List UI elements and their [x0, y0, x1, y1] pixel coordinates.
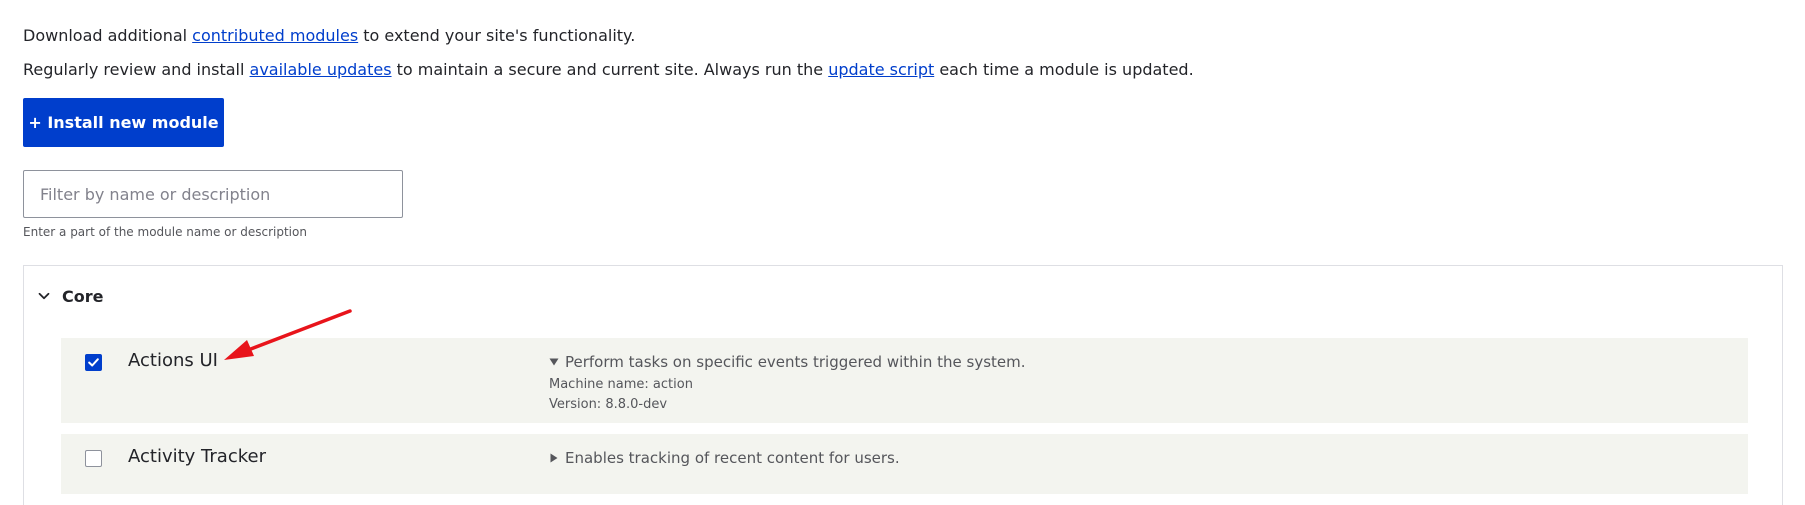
filter-help-text: Enter a part of the module name or descr…	[23, 225, 307, 239]
intro-updates-prefix: Regularly review and install	[23, 60, 250, 79]
contributed-modules-link[interactable]: contributed modules	[192, 26, 358, 45]
chevron-down-icon	[38, 292, 50, 300]
module-version: Version: 8.8.0-dev	[549, 397, 668, 412]
install-new-module-button[interactable]: + Install new module	[23, 98, 224, 147]
module-description-activity-tracker: Enables tracking of recent content for u…	[565, 449, 900, 467]
module-description-toggle-activity-tracker[interactable]: Enables tracking of recent content for u…	[549, 449, 900, 467]
core-group-title: Core	[62, 286, 104, 306]
module-machine-name: Machine name: action	[549, 377, 693, 392]
intro-updates-text: Regularly review and install available u…	[23, 60, 1194, 80]
triangle-down-icon	[549, 358, 559, 366]
intro-updates-middle: to maintain a secure and current site. A…	[391, 60, 829, 79]
module-description-actions-ui: Perform tasks on specific events trigger…	[565, 353, 1026, 371]
module-name-activity-tracker[interactable]: Activity Tracker	[128, 446, 266, 467]
intro-download-prefix: Download additional	[23, 26, 193, 45]
update-script-link[interactable]: update script	[828, 60, 934, 79]
checkmark-icon	[88, 358, 99, 367]
core-module-group: Core Actions UI Perform tasks on specifi…	[23, 265, 1783, 505]
module-name-actions-ui[interactable]: Actions UI	[128, 350, 218, 371]
module-row-actions-ui: Actions UI Perform tasks on specific eve…	[61, 338, 1748, 423]
module-description-toggle-actions-ui[interactable]: Perform tasks on specific events trigger…	[549, 353, 1026, 371]
triangle-right-icon	[550, 453, 558, 463]
available-updates-link[interactable]: available updates	[250, 60, 392, 79]
module-checkbox-actions-ui[interactable]	[85, 354, 102, 371]
intro-download-suffix: to extend your site's functionality.	[358, 26, 636, 45]
module-row-activity-tracker: Activity Tracker Enables tracking of rec…	[61, 434, 1748, 494]
filter-input[interactable]	[23, 170, 403, 218]
core-group-toggle[interactable]: Core	[38, 280, 103, 312]
intro-updates-suffix: each time a module is updated.	[934, 60, 1194, 79]
module-checkbox-activity-tracker[interactable]	[85, 450, 102, 467]
intro-download-text: Download additional contributed modules …	[23, 26, 635, 46]
